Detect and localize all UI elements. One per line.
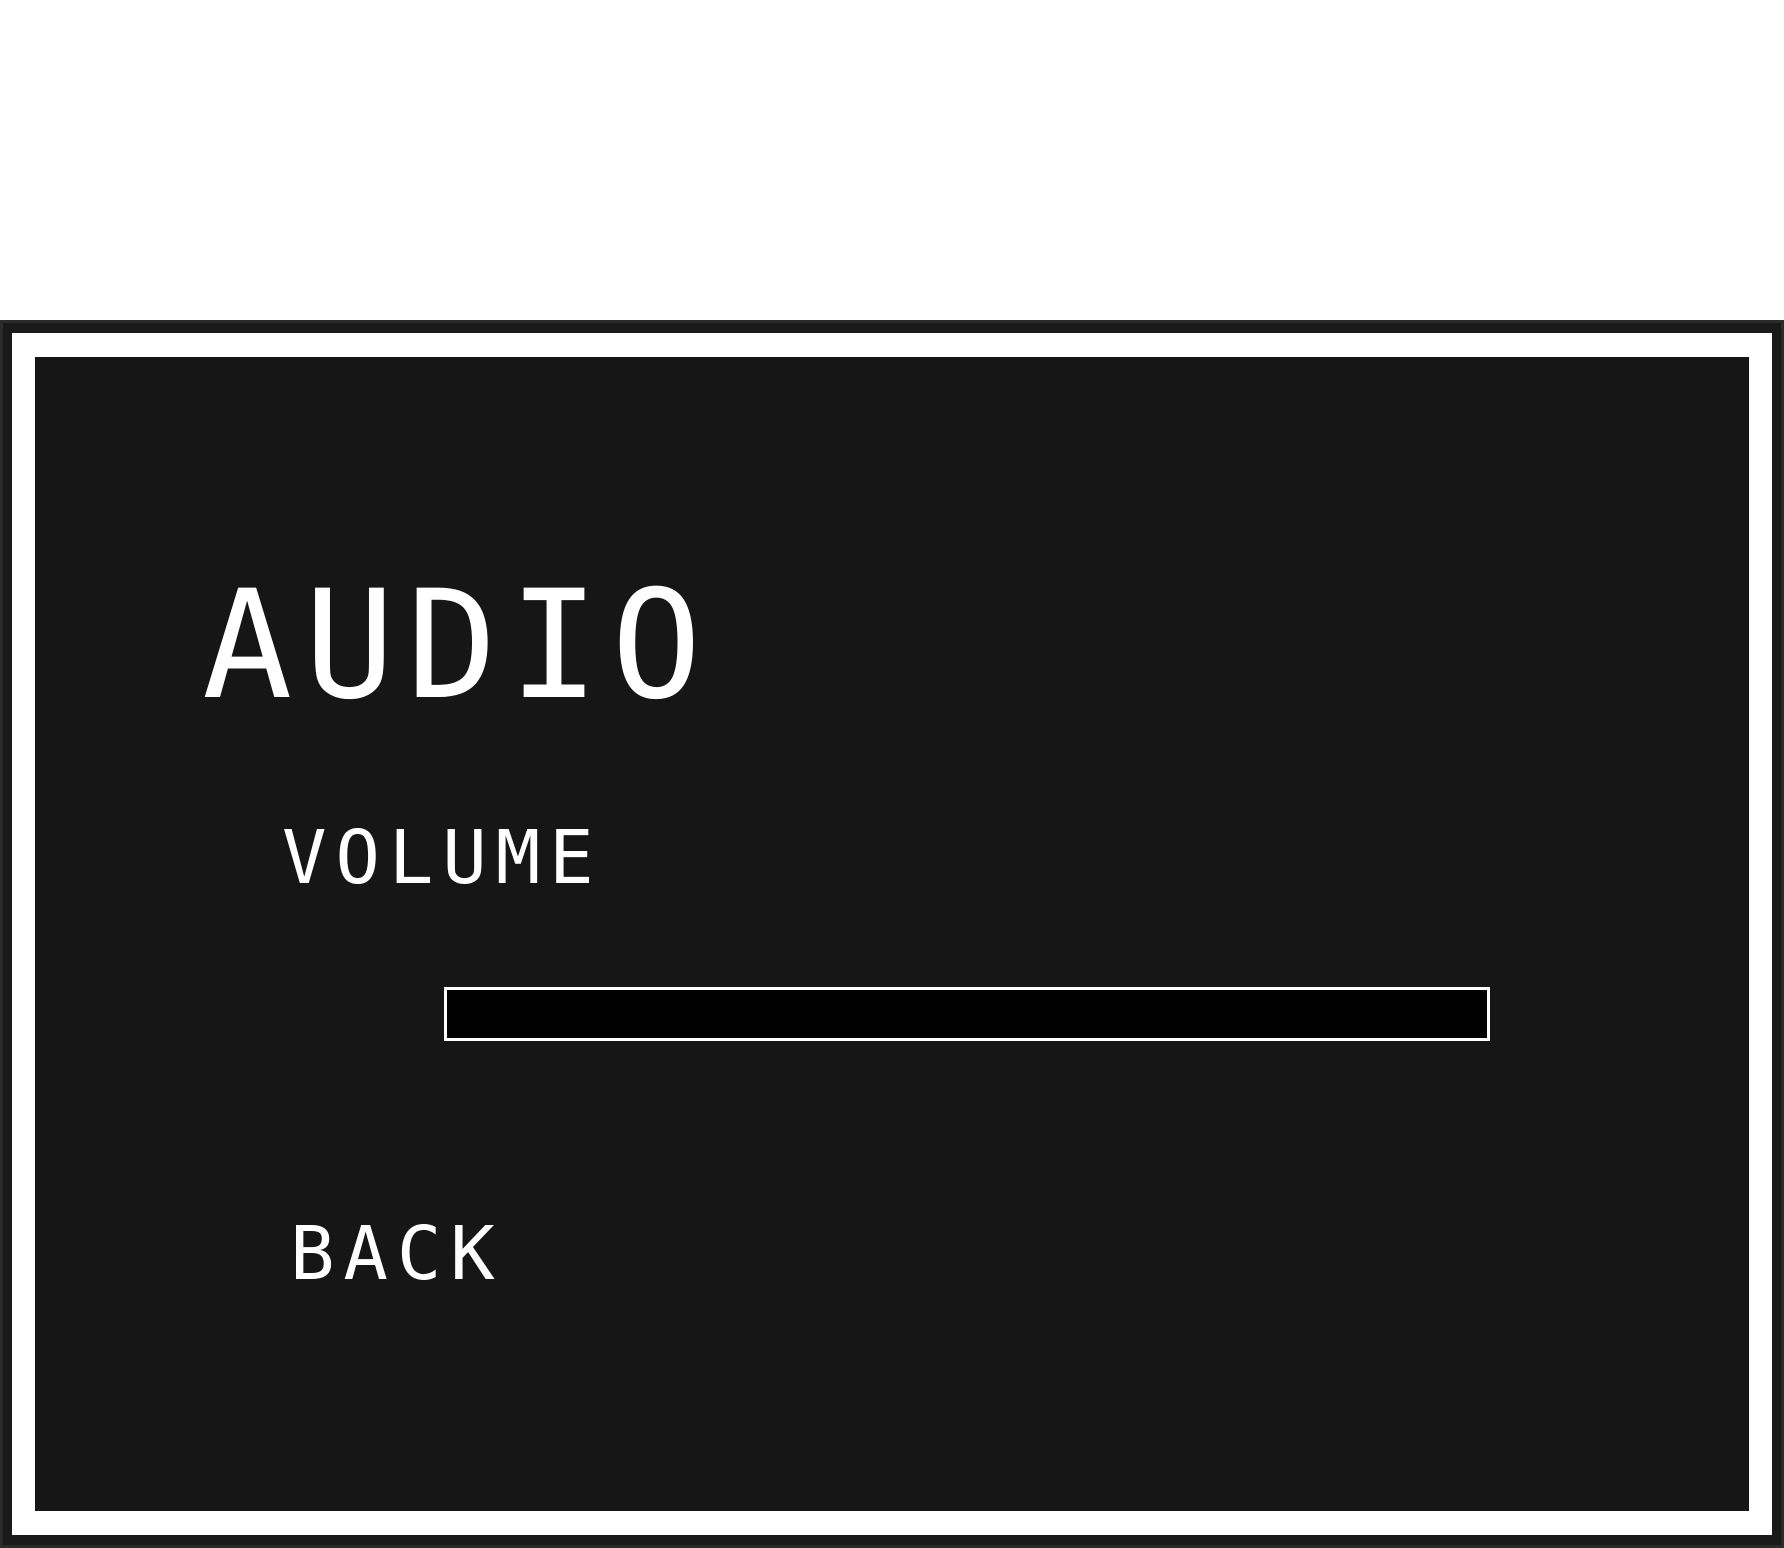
menu-title: AUDIO xyxy=(202,559,714,733)
audio-menu-panel: AUDIO VOLUME BACK xyxy=(35,357,1749,1511)
game-window-frame: AUDIO VOLUME BACK xyxy=(0,320,1784,1548)
volume-slider[interactable] xyxy=(444,987,1490,1041)
volume-option[interactable]: VOLUME xyxy=(282,821,603,895)
back-button[interactable]: BACK xyxy=(290,1217,504,1291)
menu-border: AUDIO VOLUME BACK xyxy=(12,333,1772,1535)
